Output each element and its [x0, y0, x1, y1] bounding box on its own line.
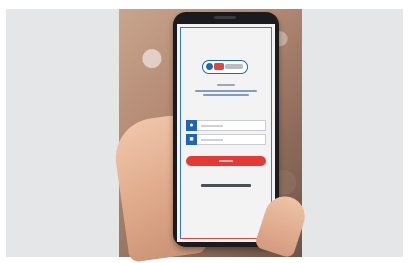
subtitle-line-1 — [195, 90, 257, 92]
logo-wordmark — [225, 64, 243, 69]
phone-speaker — [214, 16, 236, 19]
username-field[interactable]: ● — [186, 120, 266, 131]
logo-mark — [206, 63, 213, 70]
subtitle-line-2 — [203, 94, 249, 96]
screen-border — [180, 27, 272, 239]
phone-screen: ● ■ — [177, 24, 275, 242]
lock-icon: ■ — [186, 134, 197, 145]
username-placeholder — [201, 125, 223, 127]
password-placeholder — [201, 139, 223, 141]
user-icon: ● — [186, 120, 197, 131]
password-field[interactable]: ■ — [186, 134, 266, 145]
login-button[interactable] — [186, 156, 266, 166]
screen-title-line — [217, 84, 235, 86]
app-logo — [202, 60, 248, 74]
login-button-label — [219, 160, 233, 162]
bottom-link[interactable] — [201, 184, 251, 187]
logo-accent — [214, 63, 224, 70]
